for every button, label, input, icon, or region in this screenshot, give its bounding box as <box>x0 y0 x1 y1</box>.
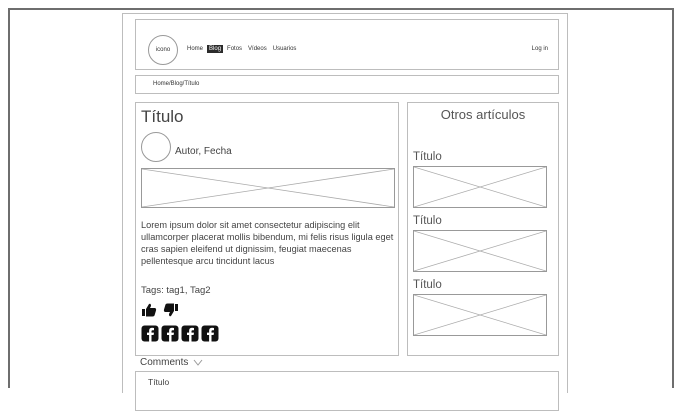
breadcrumb[interactable]: Home/Blog/Título <box>135 75 559 94</box>
article-body: Lorem ipsum dolor sit amet consectetur a… <box>141 220 394 266</box>
facebook-icon[interactable] <box>141 325 159 342</box>
article-card: Título Autor, Fecha Lorem ipsum dolor si… <box>135 102 399 356</box>
comment-title: Título <box>148 377 170 387</box>
reactions <box>141 303 179 317</box>
comment-card: Título <box>135 371 559 411</box>
navbar: icono Home Blog Fotos Vídeos Usuarios Lo… <box>135 19 559 70</box>
nav-link-usuarios[interactable]: Usuarios <box>271 45 299 53</box>
nav-link-home[interactable]: Home <box>185 45 205 53</box>
related-article-image[interactable] <box>413 166 547 208</box>
nav-link-fotos[interactable]: Fotos <box>225 45 244 53</box>
related-article-image[interactable] <box>413 230 547 272</box>
nav-link-videos[interactable]: Vídeos <box>246 45 269 53</box>
nav-link-blog[interactable]: Blog <box>207 45 224 53</box>
login-link[interactable]: Log in <box>532 46 548 52</box>
author-avatar[interactable] <box>141 132 171 162</box>
related-article-title[interactable]: Título <box>413 279 442 291</box>
related-articles-sidebar: Otros artículos Título Título Título <box>407 102 559 356</box>
sidebar-title: Otros artículos <box>440 107 526 122</box>
related-article-image[interactable] <box>413 294 547 336</box>
author-meta: Autor, Fecha <box>175 146 232 157</box>
facebook-icon[interactable] <box>181 325 199 342</box>
facebook-icon[interactable] <box>201 325 219 342</box>
chevron-down-icon <box>193 359 203 366</box>
related-article-title[interactable]: Título <box>413 151 442 163</box>
wireframe-page: icono Home Blog Fotos Vídeos Usuarios Lo… <box>122 13 568 411</box>
related-article-title[interactable]: Título <box>413 215 442 227</box>
thumbs-down-icon[interactable] <box>163 303 179 317</box>
nav-links: Home Blog Fotos Vídeos Usuarios <box>185 45 300 53</box>
facebook-icon[interactable] <box>161 325 179 342</box>
comments-toggle[interactable]: Comments <box>140 357 203 368</box>
logo[interactable]: icono <box>148 35 178 65</box>
article-title: Título <box>141 107 184 126</box>
share-buttons <box>141 325 219 342</box>
comments-label: Comments <box>140 357 189 368</box>
article-tags: Tags: tag1, Tag2 <box>141 285 211 296</box>
thumbs-up-icon[interactable] <box>141 303 157 317</box>
article-image-placeholder <box>141 168 395 208</box>
